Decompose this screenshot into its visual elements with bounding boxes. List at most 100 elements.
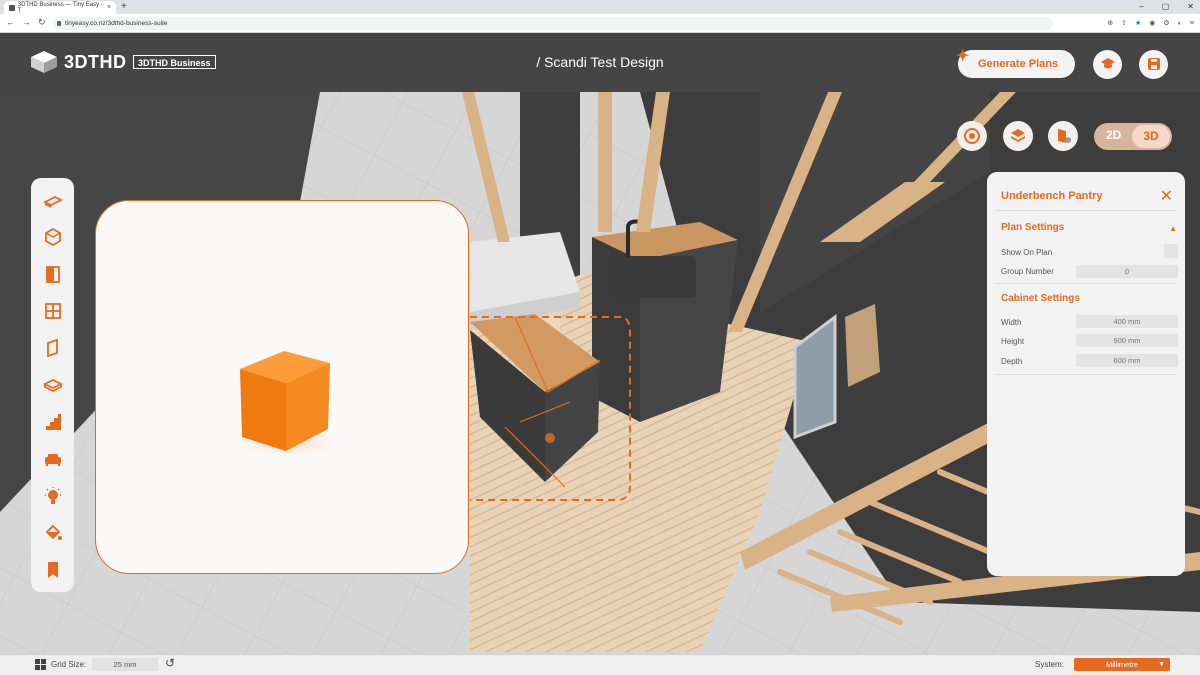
door-icon bbox=[45, 265, 60, 283]
box-icon bbox=[44, 227, 61, 246]
minimize-icon[interactable]: ‒ bbox=[1139, 0, 1143, 13]
floor-tool[interactable] bbox=[40, 188, 65, 213]
favicon-icon bbox=[9, 4, 15, 11]
furniture-tool[interactable] bbox=[40, 446, 65, 471]
lock-icon bbox=[57, 21, 61, 26]
view-2d-option[interactable]: 2D bbox=[1106, 128, 1121, 142]
generate-plans-label: Generate Plans bbox=[978, 58, 1059, 70]
room-tool[interactable] bbox=[40, 224, 65, 249]
share-icon[interactable]: ⇧ bbox=[1121, 17, 1127, 30]
grid-size-label: Grid Size: bbox=[51, 660, 87, 669]
save-button[interactable] bbox=[1139, 50, 1168, 79]
bookmark-icon bbox=[47, 561, 58, 578]
tab-close-icon[interactable]: × bbox=[107, 4, 111, 11]
learn-button[interactable] bbox=[1093, 50, 1122, 79]
slab-icon bbox=[42, 378, 63, 392]
sofa-icon bbox=[44, 453, 61, 466]
view-3d-option[interactable]: 3D bbox=[1132, 125, 1170, 148]
lighting-tool[interactable] bbox=[40, 483, 65, 508]
door-tool[interactable] bbox=[40, 261, 65, 286]
window-tool[interactable] bbox=[40, 298, 65, 323]
wall-eye-icon bbox=[1058, 129, 1071, 143]
reload-icon[interactable]: ↻ bbox=[38, 17, 46, 28]
width-label: Width bbox=[1001, 318, 1022, 327]
divider bbox=[995, 210, 1177, 211]
profile-icon[interactable]: ◐ bbox=[1178, 17, 1182, 30]
save-disk-icon bbox=[1147, 58, 1160, 70]
extension-icon[interactable]: ◉ bbox=[1149, 17, 1155, 30]
logo-text: 3DTHD bbox=[64, 51, 127, 72]
graduation-cap-icon bbox=[1100, 58, 1115, 69]
view-mode-toggle[interactable]: 2D 3D bbox=[1094, 123, 1172, 150]
browser-tab-title: 3DTHD Business — Tiny Easy - T bbox=[17, 1, 103, 14]
cabinet-settings-title[interactable]: Cabinet Settings bbox=[1001, 293, 1080, 304]
3d-viewport[interactable]: 2D 3D Underbench Pantry ✕ Plan Settings … bbox=[0, 92, 1200, 654]
panel-title: Underbench Pantry bbox=[1001, 190, 1103, 202]
settings-icon[interactable]: ⚙ bbox=[1163, 17, 1169, 30]
url-text: tinyeasy.co.nz/3dthd-business-suite bbox=[65, 20, 168, 27]
generate-plans-button[interactable]: ✦ Generate Plans bbox=[956, 48, 1075, 78]
back-icon[interactable]: ← bbox=[6, 17, 15, 28]
floor-layer-button[interactable] bbox=[1003, 121, 1033, 151]
depth-input[interactable]: 600 mm bbox=[1076, 354, 1178, 367]
window-controls: ‒ ▢ ✕ bbox=[1139, 0, 1194, 13]
browser-address-bar: ← → ↻ tinyeasy.co.nz/3dthd-business-suit… bbox=[0, 14, 1200, 33]
browser-nav: ← → ↻ bbox=[6, 17, 46, 28]
window-icon bbox=[44, 302, 61, 319]
lightbulb-icon bbox=[44, 486, 61, 504]
layers-icon bbox=[1011, 129, 1025, 142]
unit-system-value: Millimetre bbox=[1105, 660, 1139, 669]
bookmark-tool[interactable] bbox=[40, 557, 65, 582]
show-on-plan-checkbox[interactable] bbox=[1164, 244, 1178, 258]
business-badge: 3DTHD Business bbox=[133, 55, 216, 69]
grid-size-input[interactable]: 25 mm bbox=[92, 658, 158, 671]
height-label: Height bbox=[1001, 337, 1025, 346]
browser-tab[interactable]: 3DTHD Business — Tiny Easy - T × bbox=[4, 1, 116, 14]
stairs-icon bbox=[45, 413, 61, 430]
bookmark-star-icon[interactable]: ★ bbox=[1135, 17, 1141, 30]
reset-grid-icon[interactable]: ↺ bbox=[165, 656, 175, 670]
cube-preview-icon bbox=[226, 351, 350, 459]
paint-bucket-icon bbox=[45, 524, 62, 540]
design-title: / Scandi Test Design bbox=[536, 54, 664, 70]
browser-toolbar-icons: ⊕ ⇧ ★ ◉ ⚙ ◐ ≡ bbox=[1107, 17, 1194, 30]
url-input[interactable]: tinyeasy.co.nz/3dthd-business-suite bbox=[53, 17, 1053, 30]
system-label: System: bbox=[1035, 660, 1064, 669]
divider bbox=[995, 283, 1177, 284]
stairs-tool[interactable] bbox=[40, 409, 65, 434]
new-tab-button[interactable]: + bbox=[121, 0, 127, 14]
height-input[interactable]: 900 mm bbox=[1076, 334, 1178, 347]
forward-icon[interactable]: → bbox=[22, 17, 31, 28]
depth-label: Depth bbox=[1001, 357, 1023, 366]
grid-icon bbox=[35, 659, 46, 670]
object-preview bbox=[95, 200, 469, 574]
close-window-icon[interactable]: ✕ bbox=[1187, 0, 1194, 13]
width-input[interactable]: 400 mm bbox=[1076, 315, 1178, 328]
tool-palette bbox=[31, 178, 74, 592]
group-number-input[interactable]: 0 bbox=[1076, 265, 1178, 278]
divider bbox=[995, 374, 1177, 375]
zoom-icon[interactable]: ⊕ bbox=[1107, 17, 1113, 30]
menu-icon[interactable]: ≡ bbox=[1190, 17, 1194, 30]
camera-view-button[interactable] bbox=[957, 121, 987, 151]
panel-tool[interactable] bbox=[40, 335, 65, 360]
app-logo[interactable]: 3DTHD bbox=[30, 50, 127, 74]
floor-icon bbox=[42, 195, 63, 208]
slab-tool[interactable] bbox=[40, 372, 65, 397]
cube-logo-icon bbox=[31, 51, 57, 73]
maximize-icon[interactable]: ▢ bbox=[1162, 0, 1170, 13]
close-panel-icon[interactable]: ✕ bbox=[1160, 186, 1173, 206]
paint-tool[interactable] bbox=[40, 520, 65, 545]
sparkle-icon: ✦ bbox=[956, 48, 970, 65]
status-bar: Grid Size: 25 mm ↺ System: Millimetre ▼ bbox=[0, 654, 1200, 675]
group-number-label: Group Number bbox=[1001, 267, 1054, 276]
panel-icon bbox=[46, 338, 58, 357]
show-on-plan-label: Show On Plan bbox=[1001, 248, 1053, 257]
collapse-caret-icon[interactable]: ▲ bbox=[1169, 224, 1177, 233]
unit-system-select[interactable]: Millimetre ▼ bbox=[1074, 658, 1170, 671]
plan-settings-title[interactable]: Plan Settings bbox=[1001, 222, 1064, 233]
dropdown-caret-icon: ▼ bbox=[1158, 661, 1165, 668]
browser-tabstrip: 3DTHD Business — Tiny Easy - T × + ‒ ▢ ✕ bbox=[0, 0, 1200, 14]
properties-panel: Underbench Pantry ✕ Plan Settings ▲ Show… bbox=[987, 172, 1185, 576]
wall-visibility-button[interactable] bbox=[1048, 121, 1078, 151]
